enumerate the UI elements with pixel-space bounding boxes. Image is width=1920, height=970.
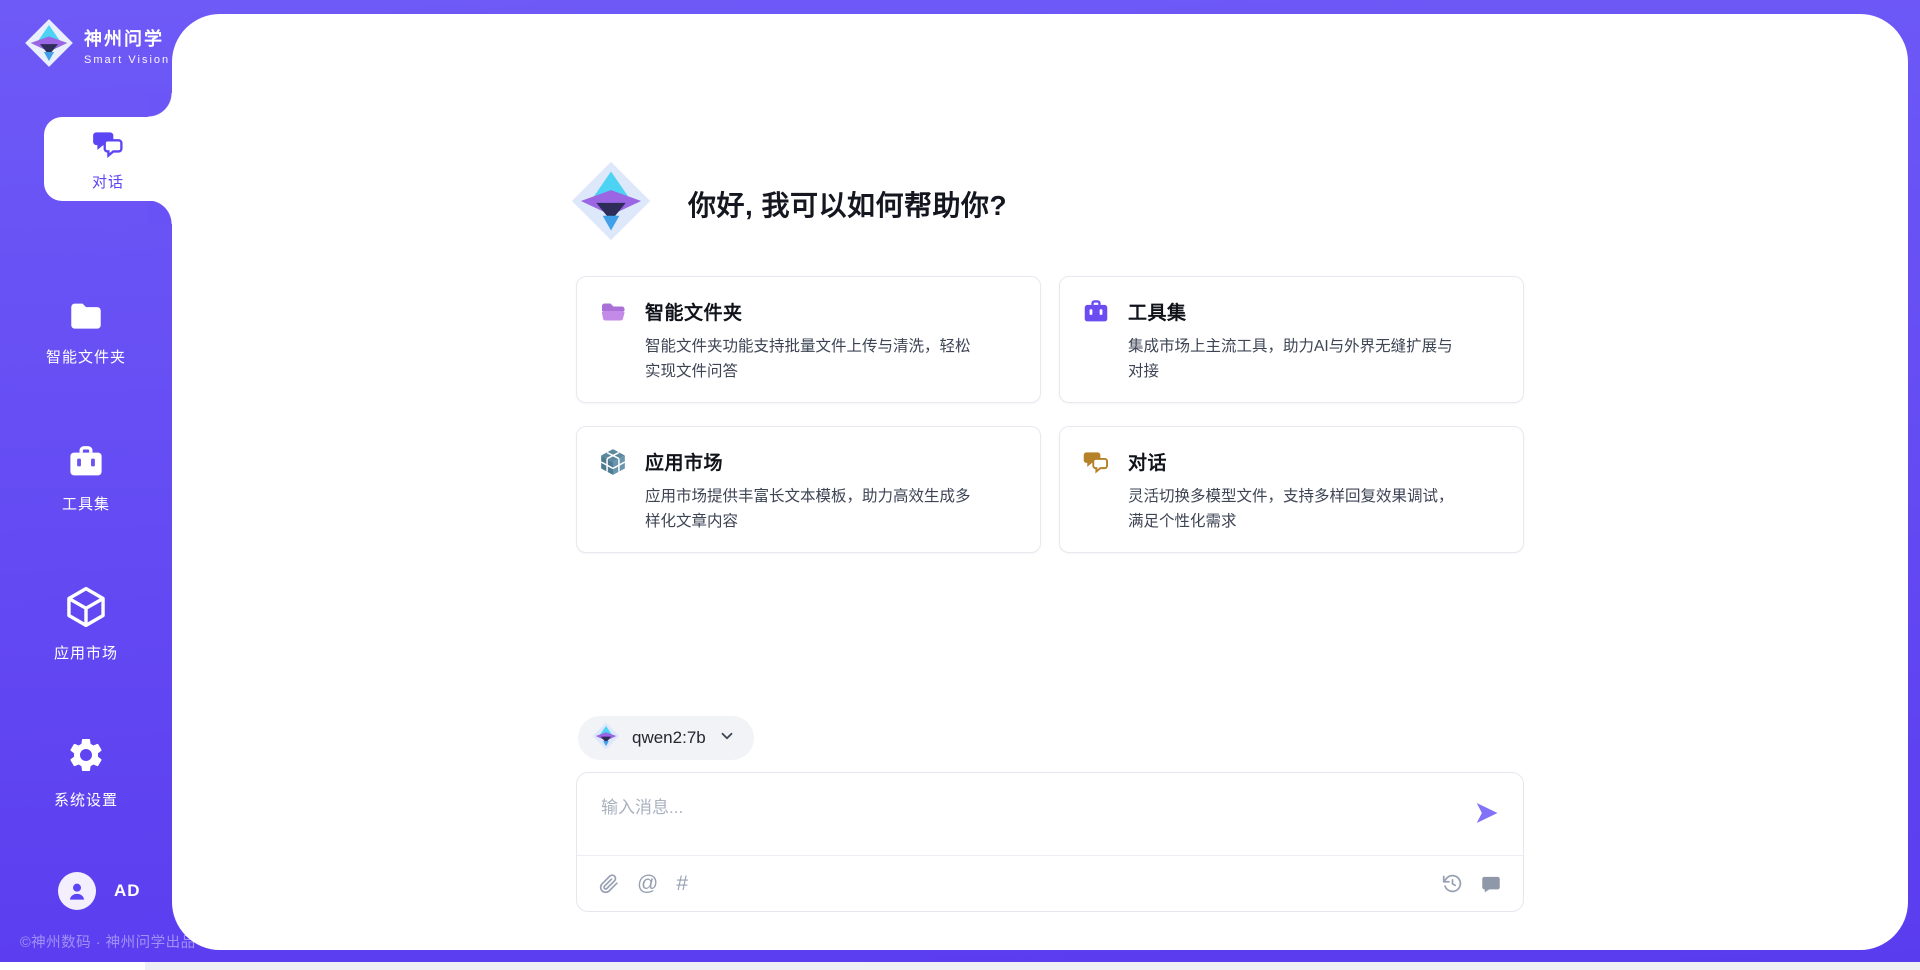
card-description: 应用市场提供丰富长文本模板，助力高效生成多样化文章内容 xyxy=(645,485,981,535)
avatar xyxy=(58,872,96,910)
message-input[interactable] xyxy=(577,773,1523,855)
card-title: 智能文件夹 xyxy=(645,298,981,325)
card-title: 工具集 xyxy=(1128,298,1464,325)
paperclip-icon xyxy=(599,874,619,894)
toolbox-icon xyxy=(66,443,106,484)
user-initials: AD xyxy=(114,881,141,901)
card-chat[interactable]: 对话 灵活切换多模型文件，支持多样回复效果调试，满足个性化需求 xyxy=(1059,426,1524,553)
sidebar-item-label: 应用市场 xyxy=(54,642,118,663)
chevron-down-icon xyxy=(718,727,736,750)
card-smart-folder[interactable]: 智能文件夹 智能文件夹功能支持批量文件上传与清洗，轻松实现文件问答 xyxy=(576,276,1041,403)
tab-fillet-top xyxy=(148,93,172,117)
scrollbar-track[interactable] xyxy=(145,962,1920,970)
card-description: 集成市场上主流工具，助力AI与外界无缝扩展与对接 xyxy=(1128,335,1464,385)
folder-open-icon xyxy=(599,298,627,326)
app-market-icon xyxy=(599,448,627,476)
card-title: 对话 xyxy=(1128,448,1464,475)
chat-icon xyxy=(1082,448,1110,476)
horizontal-scrollbar[interactable] xyxy=(0,962,1920,970)
send-button[interactable] xyxy=(1473,799,1501,827)
send-icon xyxy=(1473,799,1501,827)
footer-credit: ©神州数码 · 神州问学出品 xyxy=(20,931,196,952)
greeting-block: 你好, 我可以如何帮助你? xyxy=(570,160,1007,247)
card-title: 应用市场 xyxy=(645,448,981,475)
gear-icon xyxy=(66,735,106,780)
model-diamond-icon xyxy=(592,722,620,755)
cube-icon xyxy=(65,586,107,633)
app-name: 神州问学 xyxy=(84,25,170,51)
feature-cards: 智能文件夹 智能文件夹功能支持批量文件上传与清洗，轻松实现文件问答 工具集 集成… xyxy=(576,276,1524,553)
model-selector[interactable]: qwen2:7b xyxy=(578,716,754,760)
sidebar-item-smart-folder[interactable]: 智能文件夹 xyxy=(0,298,172,367)
composer: @ # xyxy=(576,772,1524,912)
user-menu[interactable]: AD xyxy=(58,872,141,910)
sidebar-item-label: 工具集 xyxy=(62,493,110,514)
toolbox-icon xyxy=(1082,298,1110,326)
card-app-market[interactable]: 应用市场 应用市场提供丰富长文本模板，助力高效生成多样化文章内容 xyxy=(576,426,1041,553)
attach-button[interactable] xyxy=(599,874,619,894)
app-tagline: Smart Vision xyxy=(84,54,170,66)
sidebar-item-chat[interactable]: 对话 xyxy=(44,117,172,201)
composer-toolbar: @ # xyxy=(577,855,1523,911)
sidebar-item-toolset[interactable]: 工具集 xyxy=(0,443,172,514)
app-logo: 神州问学 Smart Vision xyxy=(24,18,170,73)
chat-icon xyxy=(91,127,125,166)
card-description: 智能文件夹功能支持批量文件上传与清洗，轻松实现文件问答 xyxy=(645,335,981,385)
sidebar-item-label: 对话 xyxy=(92,171,124,192)
message-button[interactable] xyxy=(1481,874,1501,894)
sidebar-item-app-market[interactable]: 应用市场 xyxy=(0,586,172,663)
tab-fillet-bottom xyxy=(148,200,172,224)
sidebar-item-label: 智能文件夹 xyxy=(46,346,126,367)
mention-button[interactable]: @ xyxy=(637,873,658,894)
hashtag-button[interactable]: # xyxy=(676,873,688,894)
greeting-text: 你好, 我可以如何帮助你? xyxy=(688,184,1007,224)
sidebar-item-label: 系统设置 xyxy=(54,789,118,810)
card-description: 灵活切换多模型文件，支持多样回复效果调试，满足个性化需求 xyxy=(1128,485,1464,535)
history-button[interactable] xyxy=(1442,873,1463,894)
folder-icon xyxy=(67,298,105,337)
card-toolset[interactable]: 工具集 集成市场上主流工具，助力AI与外界无缝扩展与对接 xyxy=(1059,276,1524,403)
history-icon xyxy=(1442,873,1463,894)
message-icon xyxy=(1481,874,1501,894)
brand-diamond-icon xyxy=(24,18,74,73)
greeting-diamond-icon xyxy=(570,160,652,247)
main-panel: 你好, 我可以如何帮助你? 智能文件夹 智能文件夹功能支持批量文件上传与清洗，轻… xyxy=(172,14,1908,950)
sidebar-item-settings[interactable]: 系统设置 xyxy=(0,735,172,810)
model-name: qwen2:7b xyxy=(632,728,706,748)
